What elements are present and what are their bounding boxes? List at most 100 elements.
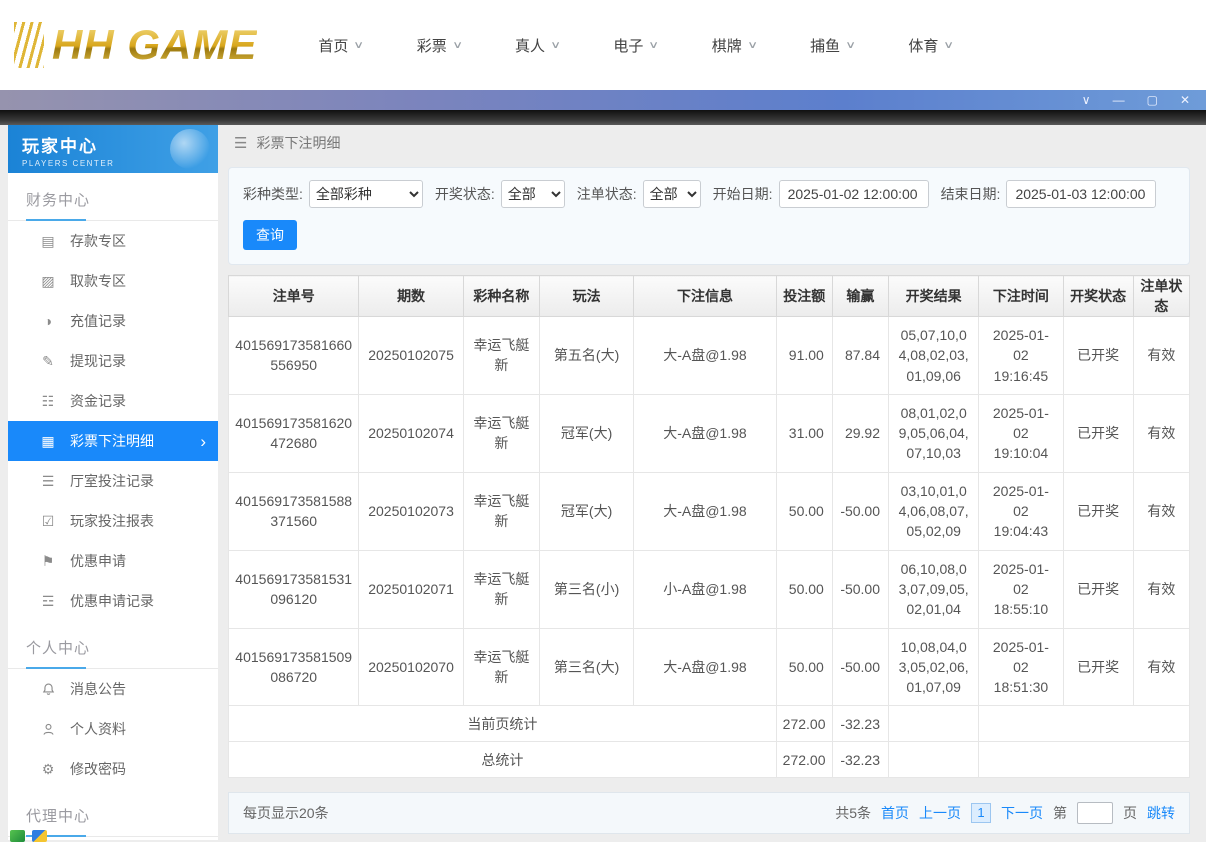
prev-page-link[interactable]: 上一页 (919, 803, 961, 823)
nav-item-board-games[interactable]: 棋牌 ∨ (685, 25, 783, 65)
jump-prefix-label: 第 (1053, 805, 1067, 822)
window-close-button[interactable]: ✕ (1180, 94, 1190, 106)
draw-status-label: 开奖状态: (434, 186, 495, 202)
col-play: 玩法 (538, 275, 635, 317)
sidebar-item-messages[interactable]: 消息公告 (8, 669, 218, 709)
current-page-summary-row: 当前页统计 272.00 -32.23 (228, 705, 1190, 743)
window-maximize-button[interactable]: ▢ (1147, 94, 1158, 106)
app-window: HH GAME 首页 ∨ 彩票 ∨ 真人 ∨ 电子 ∨ 棋牌 ∨ 捕鱼 ∨ 体育 ∨ ∨ — … (0, 0, 1206, 842)
next-page-link[interactable]: 下一页 (1001, 803, 1043, 823)
desktop-shortcut-icon[interactable] (32, 830, 47, 842)
window-minimize-button[interactable]: — (1113, 94, 1125, 106)
page-title: 彩票下注明细 (256, 135, 341, 151)
col-lottery-name: 彩种名称 (462, 275, 540, 317)
order-status-select[interactable]: 全部 (642, 180, 701, 208)
col-order-no: 注单号 (227, 275, 360, 317)
sidebar-item-deposit[interactable]: ▤ 存款专区 (8, 221, 218, 261)
filter-panel: 彩种类型: 全部彩种 开奖状态: 全部 注单状态: 全部 开始日期: 2025-… (228, 167, 1190, 265)
total-count-text: 共5条 (835, 805, 871, 822)
deposit-icon: ▤ (41, 232, 55, 249)
breadcrumb: ☰ 彩票下注明细 (228, 125, 1190, 161)
search-button[interactable]: 查询 (243, 220, 297, 250)
table-row: 401569173581531096120 20250102071 幸运飞艇新 … (227, 549, 1191, 629)
bet-detail-icon: ▦ (41, 432, 55, 449)
sidebar-item-fund-records[interactable]: ☷ 资金记录 (8, 381, 218, 421)
body-area: 玩家中心 PLAYERS CENTER 财务中心 ▤ 存款专区 ▨ 取款专区 ◑… (0, 110, 1206, 842)
bet-detail-table: 注单号 期数 彩种名称 玩法 下注信息 投注额 输赢 开奖结果 下注时间 开奖状… (227, 275, 1191, 779)
sidebar: 玩家中心 PLAYERS CENTER 财务中心 ▤ 存款专区 ▨ 取款专区 ◑… (8, 125, 218, 840)
promo-record-icon: ☲ (41, 592, 55, 609)
top-header: HH GAME 首页 ∨ 彩票 ∨ 真人 ∨ 电子 ∨ 棋牌 ∨ 捕鱼 ∨ 体育 ∨ (0, 0, 1206, 90)
current-page-indicator[interactable]: 1 (971, 803, 991, 824)
report-icon: ☑ (41, 512, 55, 529)
promo-icon: ⚑ (41, 552, 55, 569)
window-titlebar: ∨ — ▢ ✕ (0, 90, 1206, 110)
col-draw-result: 开奖结果 (888, 275, 980, 317)
nav-item-slots[interactable]: 电子 ∨ (586, 25, 684, 65)
total-summary-label: 总统计 (228, 741, 777, 779)
logo-stripes-decoration (14, 22, 44, 68)
start-date-input[interactable] (778, 180, 929, 208)
col-issue: 期数 (358, 275, 464, 317)
page-jump-input[interactable] (1077, 802, 1113, 825)
sidebar-item-player-bet-report[interactable]: ☑ 玩家投注报表 (8, 501, 218, 541)
hall-record-icon: ☰ (41, 472, 55, 489)
end-date-input[interactable] (1006, 180, 1157, 208)
chevron-down-icon: ∨ (746, 39, 758, 51)
sidebar-item-lottery-bet-details[interactable]: ▦ 彩票下注明细 › (8, 421, 218, 461)
sidebar-item-withdrawal-records[interactable]: ✎ 提现记录 (8, 341, 218, 381)
order-status-label: 注单状态: (576, 186, 637, 202)
sidebar-item-change-password[interactable]: ⚙ 修改密码 (8, 749, 218, 789)
sidebar-item-promo-apply[interactable]: ⚑ 优惠申请 (8, 541, 218, 581)
current-page-summary-label: 当前页统计 (228, 705, 777, 743)
sidebar-item-promo-apply-records[interactable]: ☲ 优惠申请记录 (8, 581, 218, 621)
chevron-down-icon: ∨ (943, 39, 955, 51)
first-page-link[interactable]: 首页 (881, 803, 909, 823)
pagination-bar: 每页显示20条 共5条 首页 上一页 1 下一页 第 页 跳转 (228, 792, 1190, 835)
col-win-loss: 输赢 (831, 275, 890, 317)
nav-item-sports[interactable]: 体育 ∨ (881, 25, 979, 65)
section-personal-center: 个人中心 (8, 621, 218, 669)
col-draw-status: 开奖状态 (1062, 275, 1134, 317)
user-icon (38, 722, 58, 737)
chevron-down-icon: ∨ (845, 39, 857, 51)
chevron-down-icon: ∨ (451, 39, 463, 51)
col-amount: 投注额 (775, 275, 833, 317)
nav-item-live[interactable]: 真人 ∨ (488, 25, 586, 65)
nav-item-fishing[interactable]: 捕鱼 ∨ (783, 25, 881, 65)
menu-icon[interactable]: ☰ (234, 134, 247, 152)
nav-item-lottery[interactable]: 彩票 ∨ (390, 25, 488, 65)
sidebar-item-profile[interactable]: 个人资料 (8, 709, 218, 749)
top-shadow-strip (0, 110, 1206, 125)
jump-button[interactable]: 跳转 (1147, 803, 1175, 823)
start-date-label: 开始日期: (712, 186, 773, 202)
sidebar-item-recharge-records[interactable]: ◑ 充值记录 (8, 301, 218, 341)
withdrawal-record-icon: ✎ (42, 352, 54, 369)
main-navigation: 首页 ∨ 彩票 ∨ 真人 ∨ 电子 ∨ 棋牌 ∨ 捕鱼 ∨ 体育 ∨ (291, 25, 979, 65)
fund-record-icon: ☷ (41, 392, 55, 409)
table-row: 401569173581660556950 20250102075 幸运飞艇新 … (227, 316, 1191, 395)
site-logo[interactable]: HH GAME (14, 21, 257, 69)
jump-suffix-label: 页 (1123, 805, 1137, 822)
lottery-type-label: 彩种类型: (243, 186, 303, 202)
window-menu-button[interactable]: ∨ (1082, 94, 1091, 106)
page-size-text: 每页显示20条 (243, 805, 329, 822)
nav-item-home[interactable]: 首页 ∨ (291, 25, 389, 65)
sidebar-item-withdraw[interactable]: ▨ 取款专区 (8, 261, 218, 301)
desktop-shortcut-icons (10, 830, 47, 842)
ball-decoration-icon (170, 129, 210, 169)
total-summary-row: 总统计 272.00 -32.23 (228, 741, 1190, 779)
sidebar-header: 玩家中心 PLAYERS CENTER (8, 125, 218, 173)
recharge-record-icon: ◑ (43, 313, 53, 329)
main-content: ☰ 彩票下注明细 彩种类型: 全部彩种 开奖状态: 全部 注单状态: 全部 开始… (227, 125, 1191, 840)
end-date-label: 结束日期: (940, 186, 1001, 202)
sidebar-item-hall-bet-records[interactable]: ☰ 厅室投注记录 (8, 461, 218, 501)
section-finance-center: 财务中心 (8, 173, 218, 221)
table-row: 401569173581588371560 20250102073 幸运飞艇新 … (227, 471, 1191, 551)
gear-icon: ⚙ (41, 760, 55, 777)
table-header-row: 注单号 期数 彩种名称 玩法 下注信息 投注额 输赢 开奖结果 下注时间 开奖状… (227, 275, 1191, 317)
draw-status-select[interactable]: 全部 (500, 180, 565, 208)
chevron-down-icon: ∨ (353, 39, 365, 51)
desktop-shortcut-icon[interactable] (10, 830, 25, 842)
lottery-type-select[interactable]: 全部彩种 (308, 180, 423, 208)
